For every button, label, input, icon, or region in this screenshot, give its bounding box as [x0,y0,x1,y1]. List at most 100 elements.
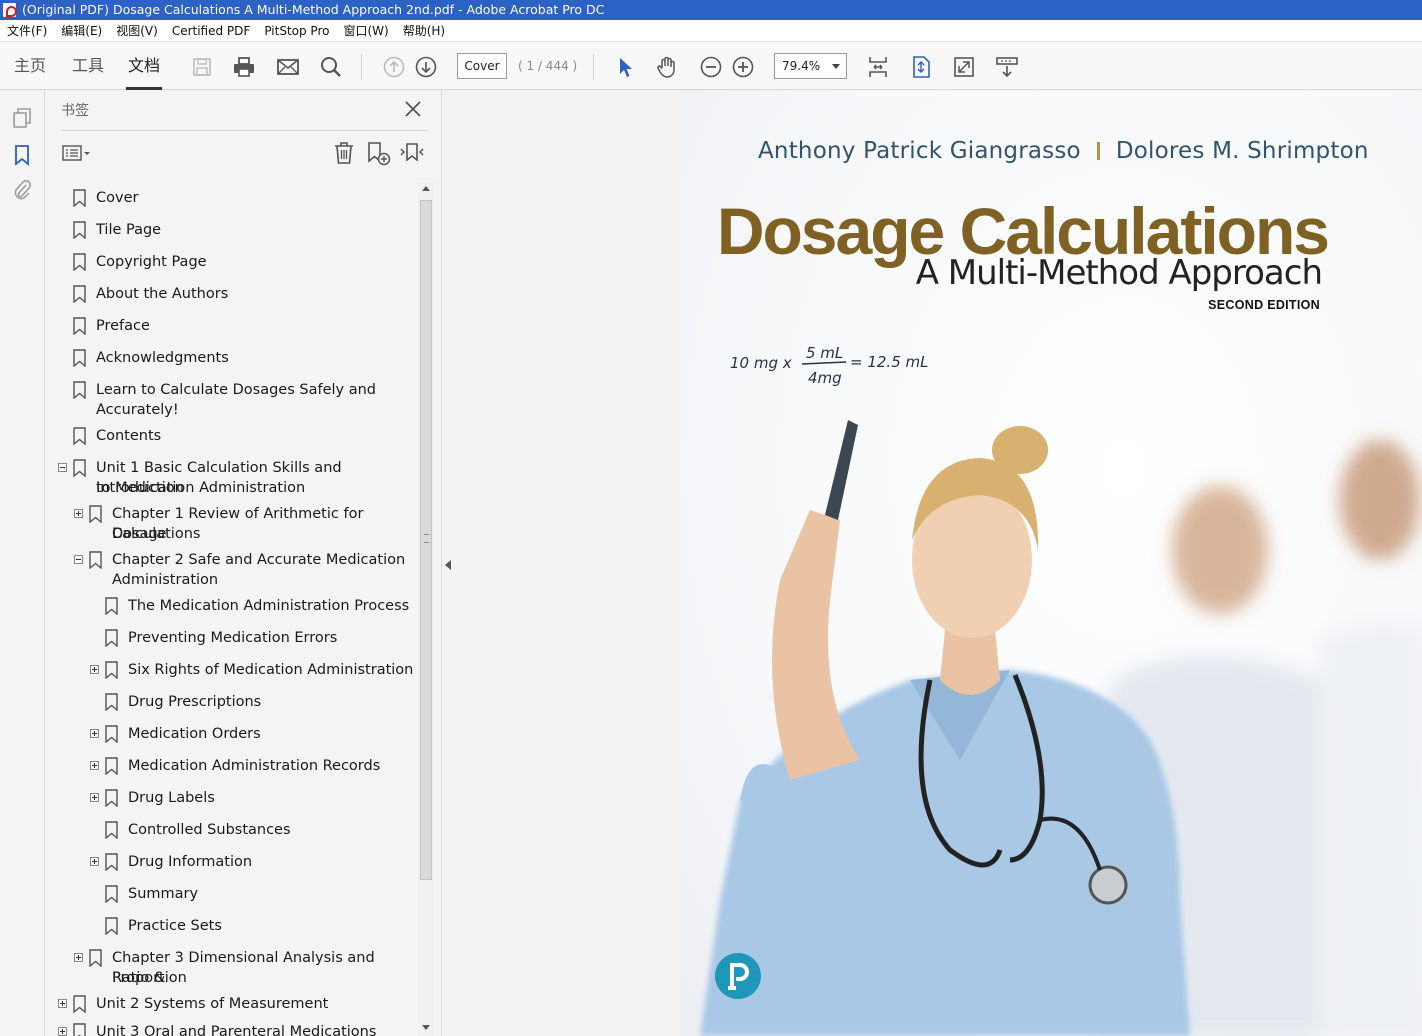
pdf-page-cover: Anthony Patrick Giangrasso Dolores M. Shr… [680,90,1422,1036]
menu-file[interactable]: 文件(F) [7,20,47,41]
tab-document[interactable]: 文档 [126,42,162,90]
cover-subtitle: A Multi-Method Approach [915,253,1323,293]
bookmark-options-icon[interactable] [61,140,95,166]
zoom-level-value: 79.4% [782,59,821,73]
delete-bookmark-icon[interactable] [331,140,357,166]
expand-toggle-icon[interactable] [74,953,83,962]
bookmarks-scrollbar[interactable] [418,182,434,1036]
navigation-rail [0,90,45,1036]
bookmarks-panel-title: 书签 [61,103,89,119]
toolbar-separator [593,54,594,80]
previous-page-icon[interactable] [381,54,407,80]
new-bookmark-icon[interactable] [365,140,391,166]
hand-tool-icon[interactable] [654,54,680,80]
expand-toggle-icon[interactable] [90,761,99,770]
collapse-panel-arrow-icon[interactable] [445,560,451,570]
bookmark-label: The Medication Administration Process [128,598,410,614]
menu-bar: 文件(F) 编辑(E) 视图(V) Certified PDF PitStop … [0,20,1422,42]
bookmark-label: Six Rights of Medication Administration [128,662,414,678]
bookmark-label: Preface [96,318,150,334]
read-mode-icon[interactable] [994,54,1020,80]
author-divider [1096,142,1100,160]
next-page-icon[interactable] [413,54,439,80]
bookmarks-icon[interactable] [11,144,33,166]
bookmark-label: Controlled Substances [128,822,291,838]
toolbar-separator [361,54,362,80]
page-count: ( 1 / 444 ) [518,59,578,73]
bookmark-label: Summary [128,886,199,902]
attachments-icon[interactable] [11,179,33,201]
expand-toggle-icon[interactable] [90,793,99,802]
page-number-input[interactable]: Cover [457,53,507,79]
cover-authors: Anthony Patrick Giangrasso Dolores M. Shr… [758,138,1369,164]
page-thumbnails-icon[interactable] [11,107,33,129]
fit-page-icon[interactable] [908,54,934,80]
bookmark-label: Medication Administration Records [128,758,381,774]
expand-toggle-icon[interactable] [90,665,99,674]
bookmark-label: Cover [96,190,139,206]
menu-help[interactable]: 帮助(H) [403,20,445,41]
bookmark-label: Proportion [112,970,187,986]
scroll-down-arrow-icon[interactable] [422,1025,430,1030]
bookmark-label: Drug Labels [128,790,215,806]
expand-toggle-icon[interactable] [90,729,99,738]
window-title: (Original PDF) Dosage Calculations A Mul… [22,2,605,17]
full-screen-icon[interactable] [951,54,977,80]
bookmark-label: Preventing Medication Errors [128,630,338,646]
window-title-bar: (Original PDF) Dosage Calculations A Mul… [0,0,1422,20]
expand-bookmark-icon[interactable] [399,140,425,166]
expand-toggle-icon[interactable] [74,509,83,518]
collapse-toggle-icon[interactable] [74,555,83,564]
select-pointer-icon[interactable] [612,54,638,80]
menu-view[interactable]: 视图(V) [116,20,158,41]
email-icon[interactable] [275,54,301,80]
save-icon[interactable] [189,54,215,80]
zoom-in-icon[interactable] [730,54,756,80]
document-gutter [442,90,680,1036]
expand-toggle-icon[interactable] [90,857,99,866]
search-icon[interactable] [318,54,344,80]
bookmark-label: Copyright Page [96,254,207,270]
bookmark-label: Accurately! [96,402,179,418]
formula-left: 10 mg x [730,354,792,372]
tab-home[interactable]: 主页 [10,42,50,90]
bookmark-label: Drug Prescriptions [128,694,262,710]
tab-tools[interactable]: 工具 [68,42,108,90]
cover-edition: SECOND EDITION [1208,298,1320,312]
bookmark-label: Unit 2 Systems of Measurement [96,996,329,1012]
formula-numerator: 5 mL [806,344,843,362]
bookmarks-panel-header: 书签 [61,90,428,131]
bookmark-label: Medication Orders [128,726,261,742]
print-icon[interactable] [231,54,257,80]
scroll-mode-icon[interactable] [865,54,891,80]
zoom-out-icon[interactable] [698,54,724,80]
expand-toggle-icon[interactable] [58,1027,67,1036]
bookmark-label: Acknowledgments [96,350,229,366]
bookmark-label: Calculations [112,526,201,542]
bookmark-label: Tile Page [96,222,162,238]
formula-denominator: 4mg [808,369,842,387]
acrobat-pdf-icon [3,3,17,17]
pearson-logo-icon [715,953,761,999]
bookmark-label: Administration [112,572,219,588]
collapse-toggle-icon[interactable] [58,463,67,472]
menu-certified-pdf[interactable]: Certified PDF [172,20,251,41]
menu-edit[interactable]: 编辑(E) [61,20,102,41]
scrollbar-thumb[interactable] [420,200,432,880]
zoom-level-select[interactable]: 79.4% [774,53,847,79]
bookmark-label: Chapter 2 Safe and Accurate Medication [112,552,406,568]
scroll-up-arrow-icon[interactable] [422,186,430,191]
bookmark-label: Learn to Calculate Dosages Safely and [96,382,377,398]
chevron-down-icon [832,64,840,69]
cover-author-1: Anthony Patrick Giangrasso [758,138,1081,164]
bookmark-label: Practice Sets [128,918,222,934]
bookmarks-panel-toolbar [61,131,428,173]
menu-window[interactable]: 窗口(W) [343,20,388,41]
bookmark-label: About the Authors [96,286,229,302]
cover-author-2: Dolores M. Shrimpton [1115,138,1369,164]
bookmark-label: to Medication Administration [96,480,306,496]
close-icon[interactable] [404,100,422,118]
menu-pitstop-pro[interactable]: PitStop Pro [264,20,329,41]
main-toolbar: 主页 工具 文档 Cover ( 1 / 444 ) 79.4% [0,42,1422,90]
expand-toggle-icon[interactable] [58,999,67,1008]
